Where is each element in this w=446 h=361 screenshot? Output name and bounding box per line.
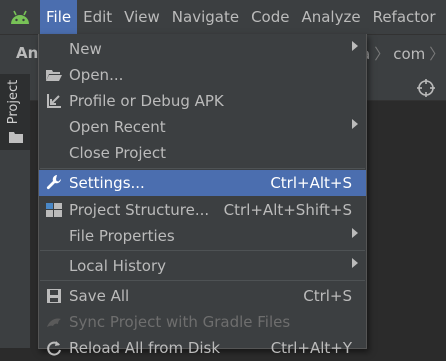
menu-item-settings[interactable]: Settings... Ctrl+Alt+S [39,170,366,196]
menu-item-label: Project Structure... [69,201,210,219]
menu-item-open-recent[interactable]: Open Recent [39,114,366,140]
submenu-arrow-icon [352,119,358,129]
breadcrumb-item[interactable]: com [393,45,425,63]
menu-item-label: File Properties [69,227,175,245]
menu-item-project-structure[interactable]: Project Structure... Ctrl+Alt+Shift+S [39,197,366,223]
menu-edit[interactable]: Edit [77,0,118,34]
menu-item-label: Open... [69,66,124,84]
menu-item-profile-debug-apk[interactable]: Profile or Debug APK [39,88,366,114]
menu-item-sync-gradle[interactable]: Sync Project with Gradle Files [39,309,366,335]
wrench-icon [45,174,63,192]
save-icon [45,287,63,305]
menu-item-save-all[interactable]: Save All Ctrl+S [39,283,366,309]
menu-item-label: Close Project [69,144,166,162]
menu-view[interactable]: View [118,0,166,34]
menu-item-file-properties[interactable]: File Properties [39,223,366,249]
menu-item-new[interactable]: New [39,36,366,62]
menu-item-label: Profile or Debug APK [69,92,224,110]
android-icon [0,0,40,34]
menu-item-open[interactable]: Open... [39,62,366,88]
menu-bar: File Edit View Navigate Code Analyze Ref… [0,0,446,34]
menu-item-label: New [69,40,102,58]
menu-refactor[interactable]: Refactor [367,0,442,34]
gradle-sync-icon [45,313,63,331]
breadcrumb: a〉com〉e [361,43,446,64]
menu-item-label: Local History [69,257,167,275]
project-name[interactable]: An [16,44,38,62]
project-tab-label: Project [6,79,21,125]
menu-code[interactable]: Code [245,0,295,34]
submenu-arrow-icon [352,228,358,238]
chevron-right-icon: 〉 [429,45,445,63]
chevron-right-icon: 〉 [374,45,390,63]
profile-apk-icon [45,92,63,110]
menu-item-label: Open Recent [69,118,166,136]
menu-item-label: Sync Project with Gradle Files [69,313,291,331]
menu-item-shortcut: Ctrl+Alt+Shift+S [223,201,352,219]
menu-item-label: Reload All from Disk [69,339,221,357]
menu-item-label: Save All [69,287,130,305]
menu-item-close-project[interactable]: Close Project [39,140,366,166]
menu-file[interactable]: File [40,0,78,34]
menu-separator [40,280,365,281]
submenu-arrow-icon [352,41,358,51]
menu-item-reload-all[interactable]: Reload All from Disk Ctrl+Alt+Y [39,335,366,361]
reload-icon [45,339,63,357]
project-structure-icon [45,201,63,219]
folder-icon [9,128,23,147]
menu-item-shortcut: Ctrl+Alt+S [270,174,352,192]
menu-separator [40,250,365,251]
menu-item-local-history[interactable]: Local History [39,253,366,279]
menu-item-shortcut: Ctrl+S [303,287,352,305]
menu-navigate[interactable]: Navigate [166,0,245,34]
menu-item-shortcut: Ctrl+Alt+Y [270,339,352,357]
menu-item-label: Settings... [69,174,145,192]
file-menu-dropdown: New Open... Profile or Debug APK Open Re… [38,34,367,357]
menu-analyze[interactable]: Analyze [295,0,366,34]
menu-separator [40,168,365,169]
submenu-arrow-icon [352,258,358,268]
folder-open-icon [45,66,63,84]
locate-icon[interactable] [416,78,436,102]
